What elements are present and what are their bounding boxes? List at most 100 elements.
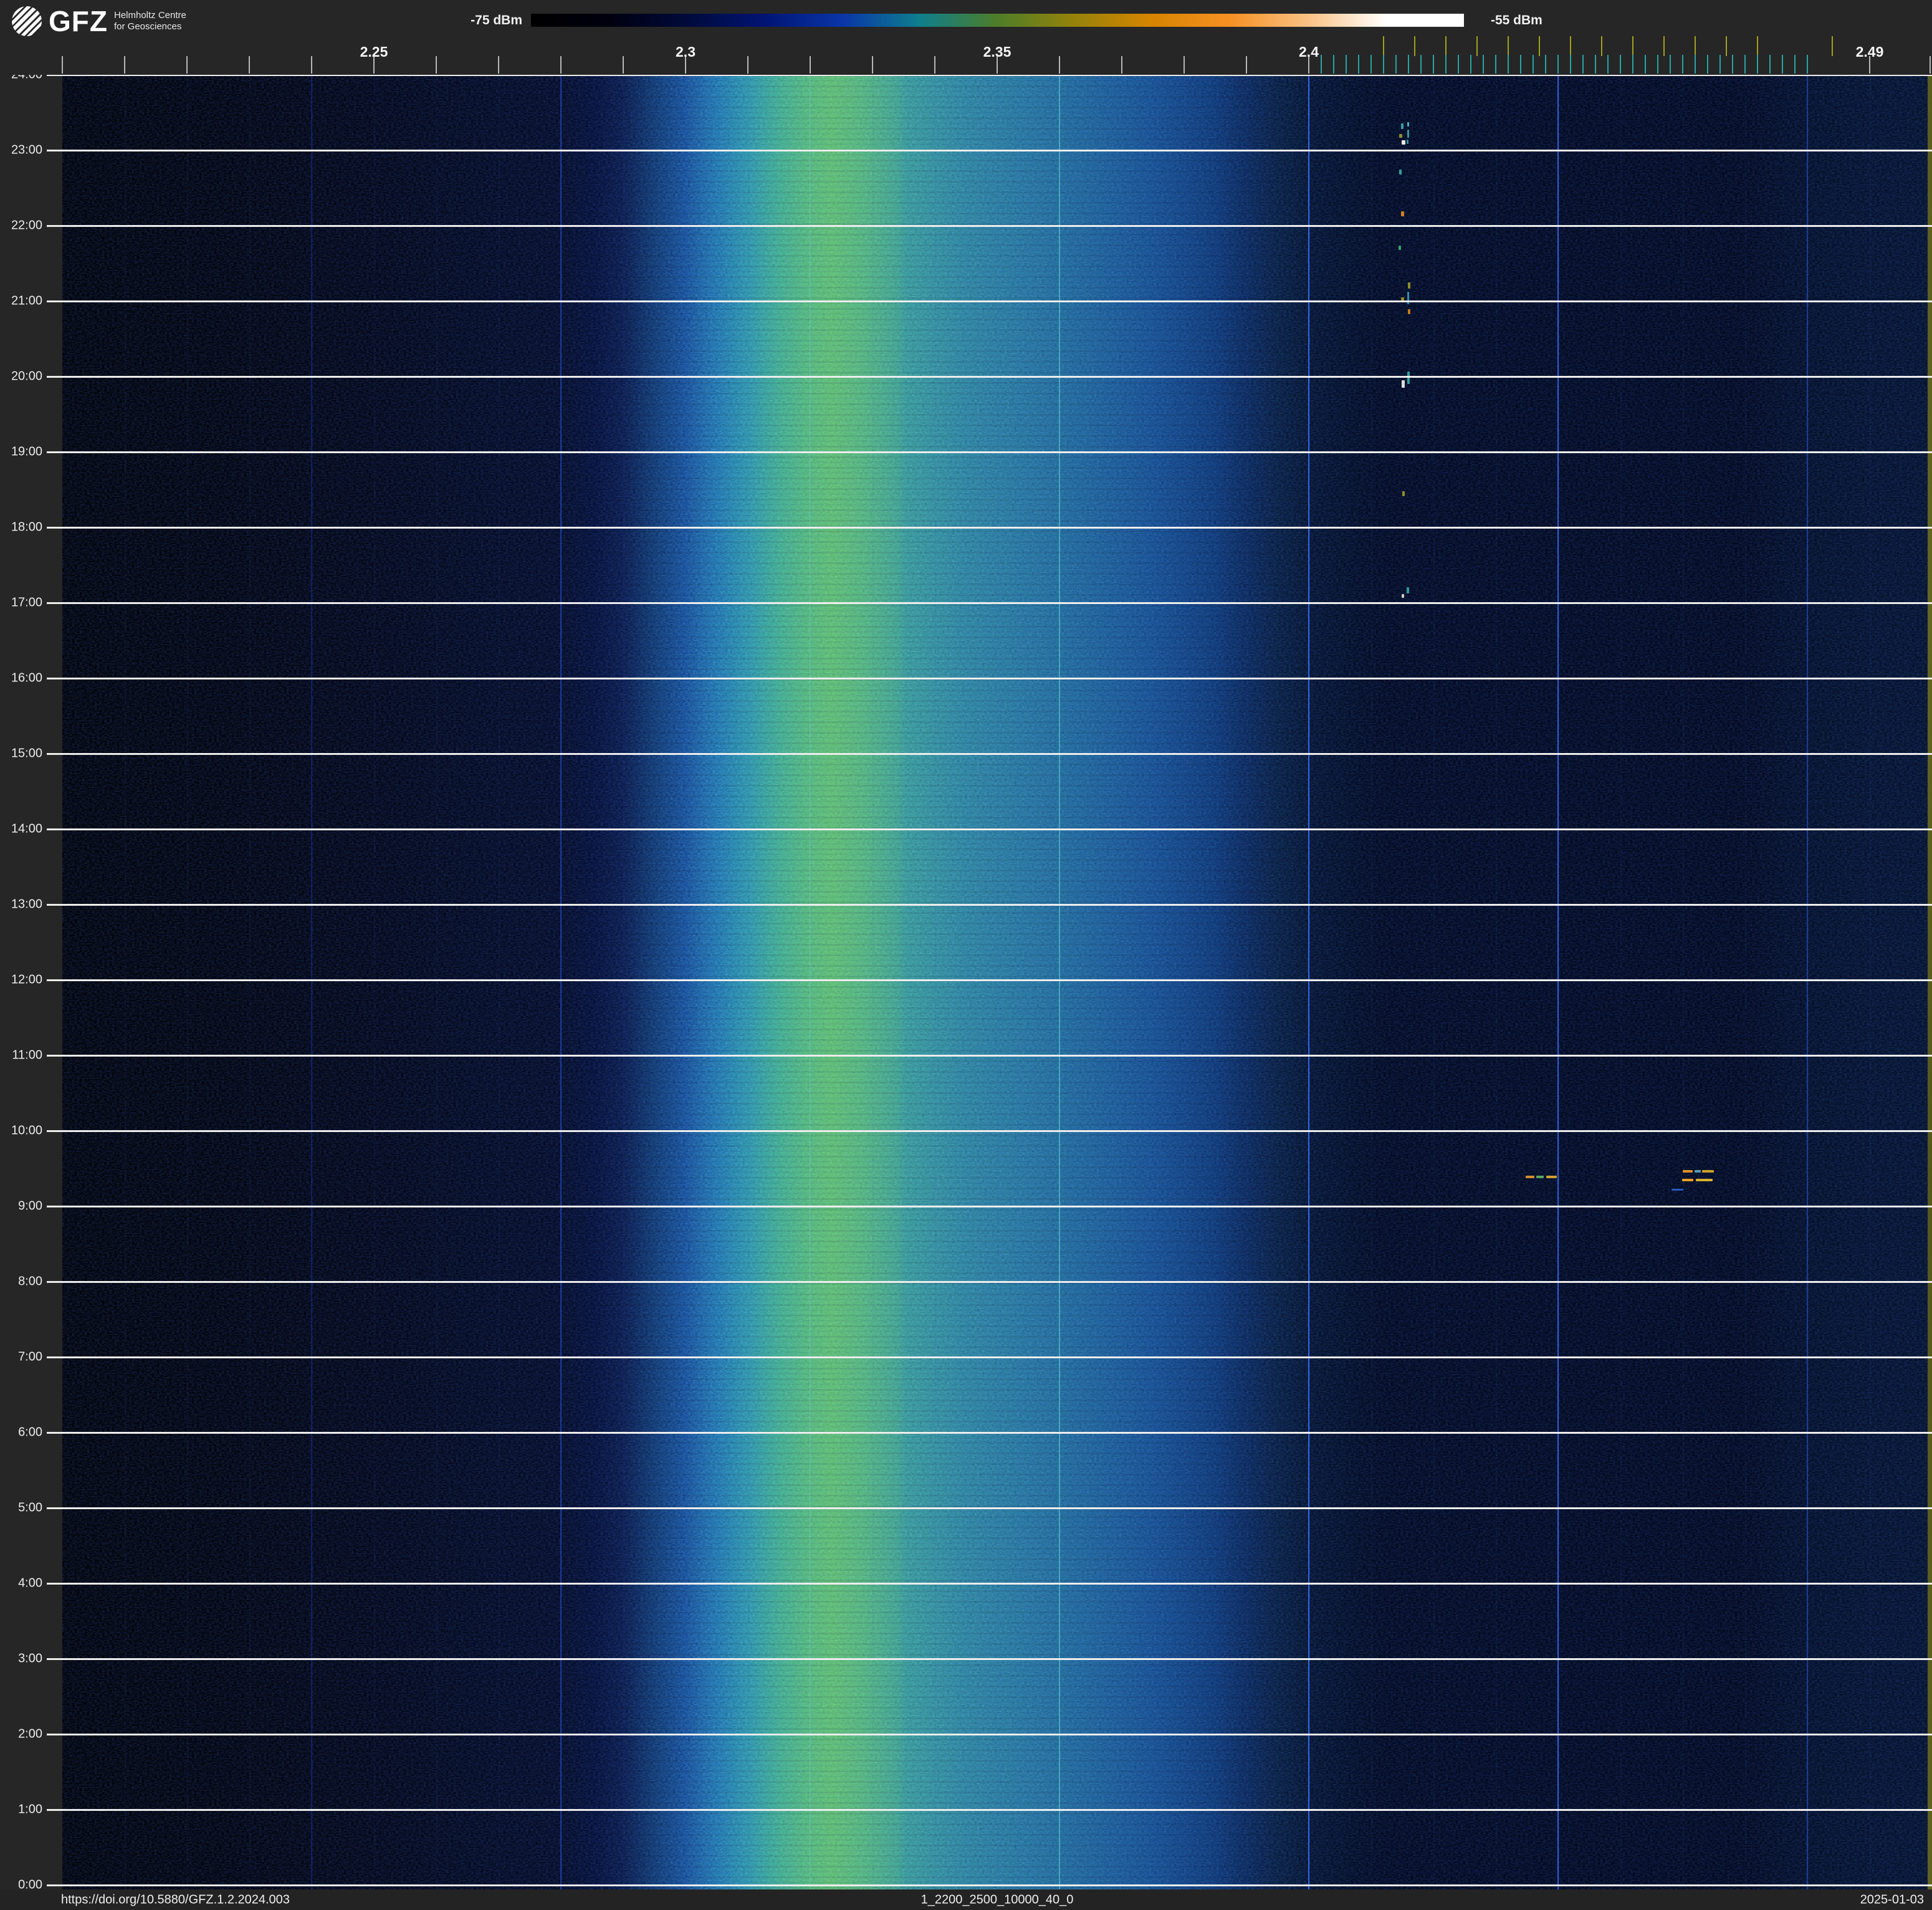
column-line xyxy=(1745,75,1746,1889)
time-tick-label: 7:00 xyxy=(18,1350,42,1364)
freq-minor-tick xyxy=(498,56,499,74)
wifi-channel-tick xyxy=(1757,36,1758,56)
column-line xyxy=(374,75,375,1889)
segment-boundary-line xyxy=(560,75,562,1889)
column-line xyxy=(873,75,874,1889)
freq-minor-tick xyxy=(186,56,188,74)
colorbar xyxy=(531,14,1464,27)
column-line xyxy=(1433,75,1435,1889)
ble-channel-tick xyxy=(1458,55,1459,74)
time-tick-label: 5:00 xyxy=(18,1500,42,1515)
freq-tick-label: 2.35 xyxy=(983,44,1011,60)
wifi-channel-tick xyxy=(1726,36,1727,56)
freq-minor-tick xyxy=(311,56,312,74)
ble-channel-tick xyxy=(1346,55,1347,74)
time-tick-label: 8:00 xyxy=(18,1274,42,1289)
ble-channel-tick xyxy=(1695,55,1696,74)
ble-channel-tick xyxy=(1757,55,1758,74)
freq-minor-tick xyxy=(872,56,873,74)
time-tick-label: 10:00 xyxy=(11,1123,42,1138)
time-tick-label: 2:00 xyxy=(18,1727,42,1741)
ble-channel-tick xyxy=(1570,55,1571,74)
time-tick-label: 6:00 xyxy=(18,1425,42,1439)
logo-subtitle: Helmholtz Centre for Geosciences xyxy=(113,10,186,32)
ble-channel-tick xyxy=(1719,55,1721,74)
wifi-channel-tick xyxy=(1476,36,1478,56)
freq-tick-label: 2.49 xyxy=(1855,44,1884,60)
ble-channel-tick xyxy=(1545,55,1546,74)
time-tick-label: 3:00 xyxy=(18,1651,42,1666)
time-tick-label: 11:00 xyxy=(12,1048,42,1062)
wifi-channel-tick xyxy=(1832,36,1833,56)
ble-channel-tick xyxy=(1470,55,1471,74)
time-tick-label: 13:00 xyxy=(11,897,42,911)
doi-link: https://doi.org/10.5880/GFZ.1.2.2024.003 xyxy=(61,1893,290,1906)
column-line xyxy=(935,75,936,1889)
wifi-channel-tick xyxy=(1414,36,1415,56)
freq-minor-tick xyxy=(623,56,624,74)
column-line xyxy=(623,75,624,1889)
ble-channel-tick xyxy=(1395,55,1397,74)
freq-tick-label: 2.25 xyxy=(360,44,388,60)
ble-channel-tick xyxy=(1732,55,1733,74)
colorbar-min-label: -75 dBm xyxy=(471,13,522,27)
ble-channel-tick xyxy=(1433,55,1434,74)
ble-channel-tick xyxy=(1632,55,1633,74)
ble-channel-tick xyxy=(1670,55,1671,74)
column-line xyxy=(187,75,188,1889)
freq-tick-label: 2.4 xyxy=(1299,44,1319,60)
time-tick-label: 17:00 xyxy=(11,595,42,610)
dataset-title: 1_2200_2500_10000_40_0 xyxy=(921,1893,1074,1906)
time-tick-label: 16:00 xyxy=(11,671,42,685)
column-line xyxy=(1371,75,1372,1889)
time-tick-label: 20:00 xyxy=(11,369,42,383)
freq-minor-tick xyxy=(436,56,437,74)
column-line xyxy=(1683,75,1684,1889)
freq-minor-tick xyxy=(1246,56,1247,74)
time-tick-label: 21:00 xyxy=(11,294,42,308)
date-label: 2025-01-03 xyxy=(1860,1893,1924,1906)
wifi-channel-tick xyxy=(1539,36,1540,56)
column-line xyxy=(436,75,438,1889)
segment-boundary-line xyxy=(311,75,312,1889)
freq-minor-tick xyxy=(747,56,748,74)
freq-minor-tick xyxy=(1930,56,1931,74)
segment-boundary-line xyxy=(1807,75,1808,1889)
freq-minor-tick xyxy=(1059,56,1060,74)
freq-minor-tick xyxy=(1121,56,1122,74)
freq-minor-tick xyxy=(560,56,562,74)
ble-channel-tick xyxy=(1508,55,1509,74)
column-line xyxy=(1620,75,1622,1889)
column-line xyxy=(1184,75,1185,1889)
ble-channel-tick xyxy=(1607,55,1609,74)
ble-channel-tick xyxy=(1582,55,1584,74)
ble-channel-tick xyxy=(1707,55,1708,74)
ble-channel-tick xyxy=(1321,55,1322,74)
column-line xyxy=(1870,75,1871,1889)
ble-channel-tick xyxy=(1595,55,1596,74)
segment-boundary-line xyxy=(1059,75,1060,1889)
ble-channel-tick xyxy=(1333,55,1334,74)
footer-bar: https://doi.org/10.5880/GFZ.1.2.2024.003… xyxy=(0,1889,1932,1910)
ble-channel-tick xyxy=(1782,55,1783,74)
ble-channel-tick xyxy=(1645,55,1646,74)
spectrogram-plot xyxy=(62,75,1932,1889)
time-tick-label: 1:00 xyxy=(18,1802,42,1816)
gfz-globe-icon xyxy=(11,6,42,37)
time-tick-label: 14:00 xyxy=(11,822,42,836)
column-line xyxy=(499,75,500,1889)
freq-tick-label: 2.3 xyxy=(676,44,696,60)
wifi-channel-tick xyxy=(1445,36,1447,56)
ble-channel-tick xyxy=(1620,55,1621,74)
column-line xyxy=(686,75,687,1889)
freq-minor-tick xyxy=(810,56,811,74)
segment-boundary-line xyxy=(1308,75,1309,1889)
column-line xyxy=(125,75,126,1889)
wifi-channel-tick xyxy=(1601,36,1602,56)
wifi-channel-tick xyxy=(1383,36,1384,56)
column-line xyxy=(748,75,749,1889)
column-line xyxy=(249,75,251,1889)
ble-channel-tick xyxy=(1807,55,1808,74)
ble-channel-tick xyxy=(1744,55,1746,74)
time-tick-label: 15:00 xyxy=(11,746,42,761)
